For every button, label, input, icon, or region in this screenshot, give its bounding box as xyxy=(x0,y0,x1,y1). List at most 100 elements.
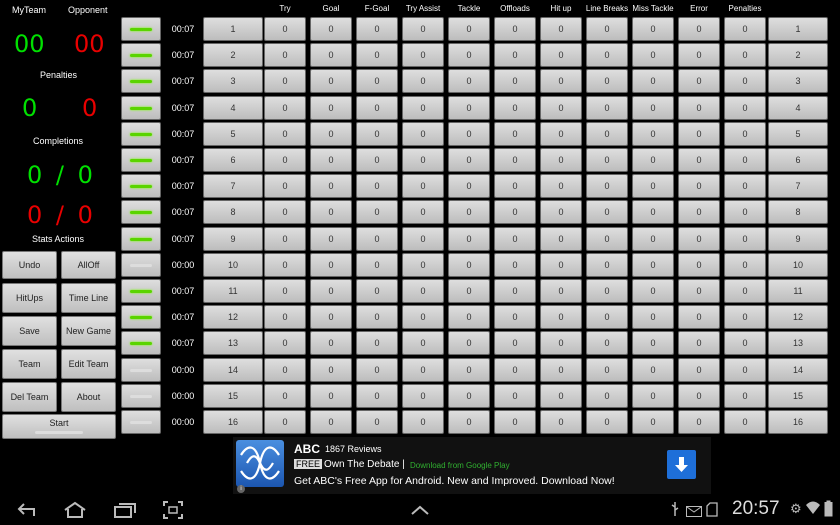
stat-cell[interactable]: 0 xyxy=(310,122,352,146)
stat-cell[interactable]: 0 xyxy=(586,358,628,382)
player-toggle[interactable] xyxy=(121,69,161,93)
stat-cell[interactable]: 0 xyxy=(310,17,352,41)
stat-cell[interactable]: 0 xyxy=(448,331,490,355)
stat-cell[interactable]: 0 xyxy=(632,17,674,41)
stat-cell[interactable]: 0 xyxy=(264,331,306,355)
stat-cell[interactable]: 0 xyxy=(494,122,536,146)
stat-cell[interactable]: 0 xyxy=(356,122,398,146)
stat-cell[interactable]: 0 xyxy=(264,200,306,224)
stat-cell[interactable]: 0 xyxy=(494,200,536,224)
all-off-button[interactable]: AllOff xyxy=(61,251,116,279)
recent-apps-icon[interactable] xyxy=(112,501,138,524)
stat-cell[interactable]: 0 xyxy=(356,384,398,408)
stat-cell[interactable]: 0 xyxy=(310,384,352,408)
stat-cell[interactable]: 0 xyxy=(494,43,536,67)
stat-cell[interactable]: 0 xyxy=(632,384,674,408)
edit-team-button[interactable]: Edit Team xyxy=(61,349,116,379)
stat-cell[interactable]: 0 xyxy=(448,384,490,408)
player-toggle[interactable] xyxy=(121,174,161,198)
stat-cell[interactable]: 0 xyxy=(264,305,306,329)
stat-cell[interactable]: 0 xyxy=(540,96,582,120)
ad-banner[interactable]: i ABC 1867 Reviews FREE Own The Debate |… xyxy=(233,437,711,494)
stat-cell[interactable]: 0 xyxy=(448,253,490,277)
player-number-button[interactable]: 10 xyxy=(203,253,263,277)
stat-cell[interactable]: 0 xyxy=(724,384,766,408)
stat-cell[interactable]: 0 xyxy=(586,253,628,277)
save-button[interactable]: Save xyxy=(2,316,57,346)
player-toggle[interactable] xyxy=(121,200,161,224)
download-icon[interactable] xyxy=(667,450,696,479)
player-number-label[interactable]: 13 xyxy=(768,331,828,355)
stat-cell[interactable]: 0 xyxy=(678,174,720,198)
stat-cell[interactable]: 0 xyxy=(540,384,582,408)
stat-cell[interactable]: 0 xyxy=(632,358,674,382)
player-number-label[interactable]: 4 xyxy=(768,96,828,120)
chevron-up-icon[interactable] xyxy=(410,503,430,521)
start-button[interactable]: Start xyxy=(2,414,116,439)
stat-cell[interactable]: 0 xyxy=(586,331,628,355)
stat-cell[interactable]: 0 xyxy=(264,227,306,251)
stat-cell[interactable]: 0 xyxy=(586,384,628,408)
player-number-label[interactable]: 6 xyxy=(768,148,828,172)
stat-cell[interactable]: 0 xyxy=(540,279,582,303)
stat-cell[interactable]: 0 xyxy=(724,174,766,198)
stat-cell[interactable]: 0 xyxy=(724,200,766,224)
stat-cell[interactable]: 0 xyxy=(310,253,352,277)
stat-cell[interactable]: 0 xyxy=(402,122,444,146)
stat-cell[interactable]: 0 xyxy=(402,69,444,93)
stat-cell[interactable]: 0 xyxy=(724,279,766,303)
stat-cell[interactable]: 0 xyxy=(540,331,582,355)
stat-cell[interactable]: 0 xyxy=(678,358,720,382)
stat-cell[interactable]: 0 xyxy=(402,331,444,355)
player-number-button[interactable]: 16 xyxy=(203,410,263,434)
stat-cell[interactable]: 0 xyxy=(724,305,766,329)
about-button[interactable]: About xyxy=(61,382,116,412)
ad-store-link[interactable]: Download from Google Play xyxy=(410,461,510,470)
player-number-label[interactable]: 7 xyxy=(768,174,828,198)
stat-cell[interactable]: 0 xyxy=(540,305,582,329)
stat-cell[interactable]: 0 xyxy=(724,17,766,41)
stat-cell[interactable]: 0 xyxy=(356,253,398,277)
stat-cell[interactable]: 0 xyxy=(448,122,490,146)
stat-cell[interactable]: 0 xyxy=(678,96,720,120)
stat-cell[interactable]: 0 xyxy=(356,305,398,329)
player-toggle[interactable] xyxy=(121,96,161,120)
stat-cell[interactable]: 0 xyxy=(632,305,674,329)
stat-cell[interactable]: 0 xyxy=(448,410,490,434)
player-toggle[interactable] xyxy=(121,227,161,251)
stat-cell[interactable]: 0 xyxy=(724,253,766,277)
stat-cell[interactable]: 0 xyxy=(494,384,536,408)
player-number-button[interactable]: 3 xyxy=(203,69,263,93)
home-icon[interactable] xyxy=(62,501,88,524)
stat-cell[interactable]: 0 xyxy=(448,43,490,67)
player-number-button[interactable]: 6 xyxy=(203,148,263,172)
stat-cell[interactable]: 0 xyxy=(540,253,582,277)
stat-cell[interactable]: 0 xyxy=(540,69,582,93)
stat-cell[interactable]: 0 xyxy=(632,174,674,198)
stat-cell[interactable]: 0 xyxy=(264,96,306,120)
player-number-label[interactable]: 1 xyxy=(768,17,828,41)
stat-cell[interactable]: 0 xyxy=(724,358,766,382)
stat-cell[interactable]: 0 xyxy=(540,410,582,434)
stat-cell[interactable]: 0 xyxy=(402,253,444,277)
stat-cell[interactable]: 0 xyxy=(310,331,352,355)
stat-cell[interactable]: 0 xyxy=(494,17,536,41)
stat-cell[interactable]: 0 xyxy=(402,200,444,224)
stat-cell[interactable]: 0 xyxy=(264,69,306,93)
stat-cell[interactable]: 0 xyxy=(264,148,306,172)
stat-cell[interactable]: 0 xyxy=(632,331,674,355)
player-number-label[interactable]: 12 xyxy=(768,305,828,329)
player-number-button[interactable]: 8 xyxy=(203,200,263,224)
player-number-label[interactable]: 5 xyxy=(768,122,828,146)
stat-cell[interactable]: 0 xyxy=(678,227,720,251)
stat-cell[interactable]: 0 xyxy=(310,43,352,67)
stat-cell[interactable]: 0 xyxy=(494,358,536,382)
stat-cell[interactable]: 0 xyxy=(402,384,444,408)
stat-cell[interactable]: 0 xyxy=(448,148,490,172)
back-icon[interactable] xyxy=(14,501,38,524)
stat-cell[interactable]: 0 xyxy=(264,384,306,408)
stat-cell[interactable]: 0 xyxy=(632,227,674,251)
stat-cell[interactable]: 0 xyxy=(540,148,582,172)
player-toggle[interactable] xyxy=(121,17,161,41)
screenshot-icon[interactable] xyxy=(162,500,184,525)
